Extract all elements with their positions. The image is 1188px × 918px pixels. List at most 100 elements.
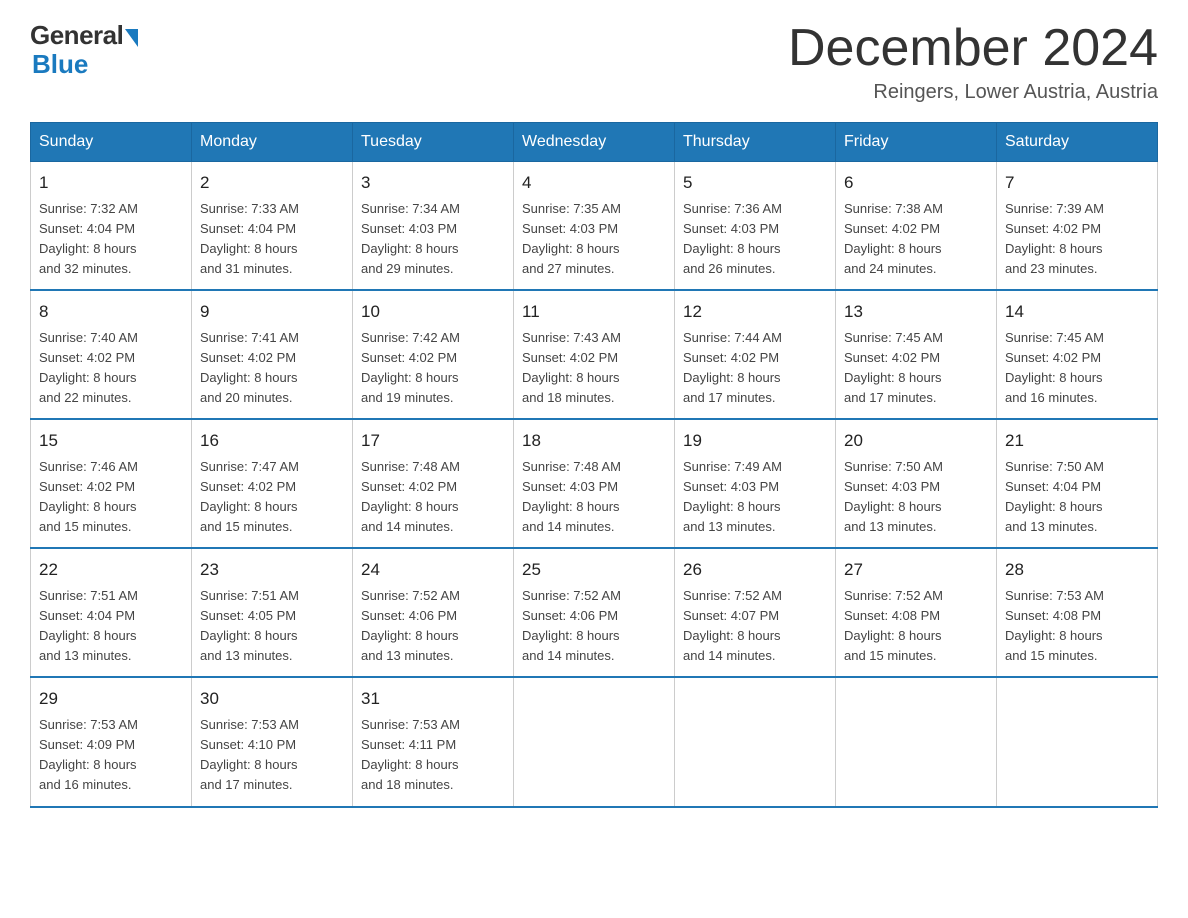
day-number: 12	[683, 299, 827, 325]
day-number: 6	[844, 170, 988, 196]
weekday-header-row: SundayMondayTuesdayWednesdayThursdayFrid…	[31, 123, 1158, 162]
location-text: Reingers, Lower Austria, Austria	[788, 81, 1158, 104]
day-info: Sunrise: 7:53 AMSunset: 4:09 PMDaylight:…	[39, 717, 138, 792]
day-number: 4	[522, 170, 666, 196]
calendar-week-5: 29 Sunrise: 7:53 AMSunset: 4:09 PMDaylig…	[31, 677, 1158, 806]
day-number: 17	[361, 428, 505, 454]
day-info: Sunrise: 7:35 AMSunset: 4:03 PMDaylight:…	[522, 201, 621, 276]
calendar-cell: 27 Sunrise: 7:52 AMSunset: 4:08 PMDaylig…	[836, 548, 997, 677]
calendar-cell: 3 Sunrise: 7:34 AMSunset: 4:03 PMDayligh…	[353, 162, 514, 291]
calendar-cell: 29 Sunrise: 7:53 AMSunset: 4:09 PMDaylig…	[31, 677, 192, 806]
day-info: Sunrise: 7:53 AMSunset: 4:11 PMDaylight:…	[361, 717, 460, 792]
calendar-cell: 1 Sunrise: 7:32 AMSunset: 4:04 PMDayligh…	[31, 162, 192, 291]
day-number: 2	[200, 170, 344, 196]
calendar-cell: 10 Sunrise: 7:42 AMSunset: 4:02 PMDaylig…	[353, 290, 514, 419]
calendar-table: SundayMondayTuesdayWednesdayThursdayFrid…	[30, 122, 1158, 807]
day-info: Sunrise: 7:46 AMSunset: 4:02 PMDaylight:…	[39, 459, 138, 534]
day-number: 28	[1005, 557, 1149, 583]
calendar-cell: 5 Sunrise: 7:36 AMSunset: 4:03 PMDayligh…	[675, 162, 836, 291]
day-info: Sunrise: 7:51 AMSunset: 4:04 PMDaylight:…	[39, 588, 138, 663]
calendar-cell: 8 Sunrise: 7:40 AMSunset: 4:02 PMDayligh…	[31, 290, 192, 419]
day-number: 22	[39, 557, 183, 583]
day-info: Sunrise: 7:52 AMSunset: 4:07 PMDaylight:…	[683, 588, 782, 663]
day-number: 25	[522, 557, 666, 583]
calendar-cell: 15 Sunrise: 7:46 AMSunset: 4:02 PMDaylig…	[31, 419, 192, 548]
day-number: 18	[522, 428, 666, 454]
day-info: Sunrise: 7:53 AMSunset: 4:08 PMDaylight:…	[1005, 588, 1104, 663]
calendar-cell: 6 Sunrise: 7:38 AMSunset: 4:02 PMDayligh…	[836, 162, 997, 291]
weekday-header-sunday: Sunday	[31, 123, 192, 162]
day-number: 20	[844, 428, 988, 454]
day-info: Sunrise: 7:36 AMSunset: 4:03 PMDaylight:…	[683, 201, 782, 276]
calendar-cell: 11 Sunrise: 7:43 AMSunset: 4:02 PMDaylig…	[514, 290, 675, 419]
day-info: Sunrise: 7:52 AMSunset: 4:06 PMDaylight:…	[361, 588, 460, 663]
calendar-cell: 19 Sunrise: 7:49 AMSunset: 4:03 PMDaylig…	[675, 419, 836, 548]
day-number: 13	[844, 299, 988, 325]
calendar-cell: 30 Sunrise: 7:53 AMSunset: 4:10 PMDaylig…	[192, 677, 353, 806]
calendar-cell: 31 Sunrise: 7:53 AMSunset: 4:11 PMDaylig…	[353, 677, 514, 806]
day-number: 11	[522, 299, 666, 325]
day-info: Sunrise: 7:39 AMSunset: 4:02 PMDaylight:…	[1005, 201, 1104, 276]
day-info: Sunrise: 7:43 AMSunset: 4:02 PMDaylight:…	[522, 330, 621, 405]
day-info: Sunrise: 7:50 AMSunset: 4:03 PMDaylight:…	[844, 459, 943, 534]
day-number: 31	[361, 686, 505, 712]
day-number: 23	[200, 557, 344, 583]
calendar-cell: 20 Sunrise: 7:50 AMSunset: 4:03 PMDaylig…	[836, 419, 997, 548]
calendar-cell: 9 Sunrise: 7:41 AMSunset: 4:02 PMDayligh…	[192, 290, 353, 419]
calendar-cell	[675, 677, 836, 806]
day-number: 3	[361, 170, 505, 196]
calendar-cell: 14 Sunrise: 7:45 AMSunset: 4:02 PMDaylig…	[997, 290, 1158, 419]
day-info: Sunrise: 7:42 AMSunset: 4:02 PMDaylight:…	[361, 330, 460, 405]
day-info: Sunrise: 7:53 AMSunset: 4:10 PMDaylight:…	[200, 717, 299, 792]
day-info: Sunrise: 7:52 AMSunset: 4:06 PMDaylight:…	[522, 588, 621, 663]
calendar-cell	[997, 677, 1158, 806]
day-number: 26	[683, 557, 827, 583]
day-number: 21	[1005, 428, 1149, 454]
day-number: 9	[200, 299, 344, 325]
calendar-week-4: 22 Sunrise: 7:51 AMSunset: 4:04 PMDaylig…	[31, 548, 1158, 677]
weekday-header-monday: Monday	[192, 123, 353, 162]
day-info: Sunrise: 7:47 AMSunset: 4:02 PMDaylight:…	[200, 459, 299, 534]
day-number: 14	[1005, 299, 1149, 325]
weekday-header-saturday: Saturday	[997, 123, 1158, 162]
calendar-cell: 28 Sunrise: 7:53 AMSunset: 4:08 PMDaylig…	[997, 548, 1158, 677]
calendar-cell: 7 Sunrise: 7:39 AMSunset: 4:02 PMDayligh…	[997, 162, 1158, 291]
calendar-week-1: 1 Sunrise: 7:32 AMSunset: 4:04 PMDayligh…	[31, 162, 1158, 291]
day-number: 10	[361, 299, 505, 325]
calendar-cell: 21 Sunrise: 7:50 AMSunset: 4:04 PMDaylig…	[997, 419, 1158, 548]
day-info: Sunrise: 7:48 AMSunset: 4:03 PMDaylight:…	[522, 459, 621, 534]
day-info: Sunrise: 7:41 AMSunset: 4:02 PMDaylight:…	[200, 330, 299, 405]
weekday-header-tuesday: Tuesday	[353, 123, 514, 162]
calendar-cell: 13 Sunrise: 7:45 AMSunset: 4:02 PMDaylig…	[836, 290, 997, 419]
calendar-cell: 22 Sunrise: 7:51 AMSunset: 4:04 PMDaylig…	[31, 548, 192, 677]
calendar-cell	[836, 677, 997, 806]
calendar-cell: 23 Sunrise: 7:51 AMSunset: 4:05 PMDaylig…	[192, 548, 353, 677]
calendar-cell: 25 Sunrise: 7:52 AMSunset: 4:06 PMDaylig…	[514, 548, 675, 677]
weekday-header-friday: Friday	[836, 123, 997, 162]
day-number: 27	[844, 557, 988, 583]
day-number: 16	[200, 428, 344, 454]
calendar-cell: 16 Sunrise: 7:47 AMSunset: 4:02 PMDaylig…	[192, 419, 353, 548]
logo-general-text: General	[30, 20, 123, 51]
day-info: Sunrise: 7:45 AMSunset: 4:02 PMDaylight:…	[844, 330, 943, 405]
logo: General Blue	[30, 20, 138, 80]
day-info: Sunrise: 7:38 AMSunset: 4:02 PMDaylight:…	[844, 201, 943, 276]
weekday-header-wednesday: Wednesday	[514, 123, 675, 162]
day-number: 8	[39, 299, 183, 325]
day-info: Sunrise: 7:32 AMSunset: 4:04 PMDaylight:…	[39, 201, 138, 276]
day-info: Sunrise: 7:52 AMSunset: 4:08 PMDaylight:…	[844, 588, 943, 663]
calendar-cell: 26 Sunrise: 7:52 AMSunset: 4:07 PMDaylig…	[675, 548, 836, 677]
page-header: General Blue December 2024 Reingers, Low…	[30, 20, 1158, 104]
day-number: 19	[683, 428, 827, 454]
day-info: Sunrise: 7:40 AMSunset: 4:02 PMDaylight:…	[39, 330, 138, 405]
day-info: Sunrise: 7:34 AMSunset: 4:03 PMDaylight:…	[361, 201, 460, 276]
day-info: Sunrise: 7:49 AMSunset: 4:03 PMDaylight:…	[683, 459, 782, 534]
day-number: 5	[683, 170, 827, 196]
day-number: 30	[200, 686, 344, 712]
logo-arrow-icon	[125, 29, 138, 47]
day-info: Sunrise: 7:51 AMSunset: 4:05 PMDaylight:…	[200, 588, 299, 663]
calendar-week-3: 15 Sunrise: 7:46 AMSunset: 4:02 PMDaylig…	[31, 419, 1158, 548]
calendar-week-2: 8 Sunrise: 7:40 AMSunset: 4:02 PMDayligh…	[31, 290, 1158, 419]
weekday-header-thursday: Thursday	[675, 123, 836, 162]
day-info: Sunrise: 7:33 AMSunset: 4:04 PMDaylight:…	[200, 201, 299, 276]
